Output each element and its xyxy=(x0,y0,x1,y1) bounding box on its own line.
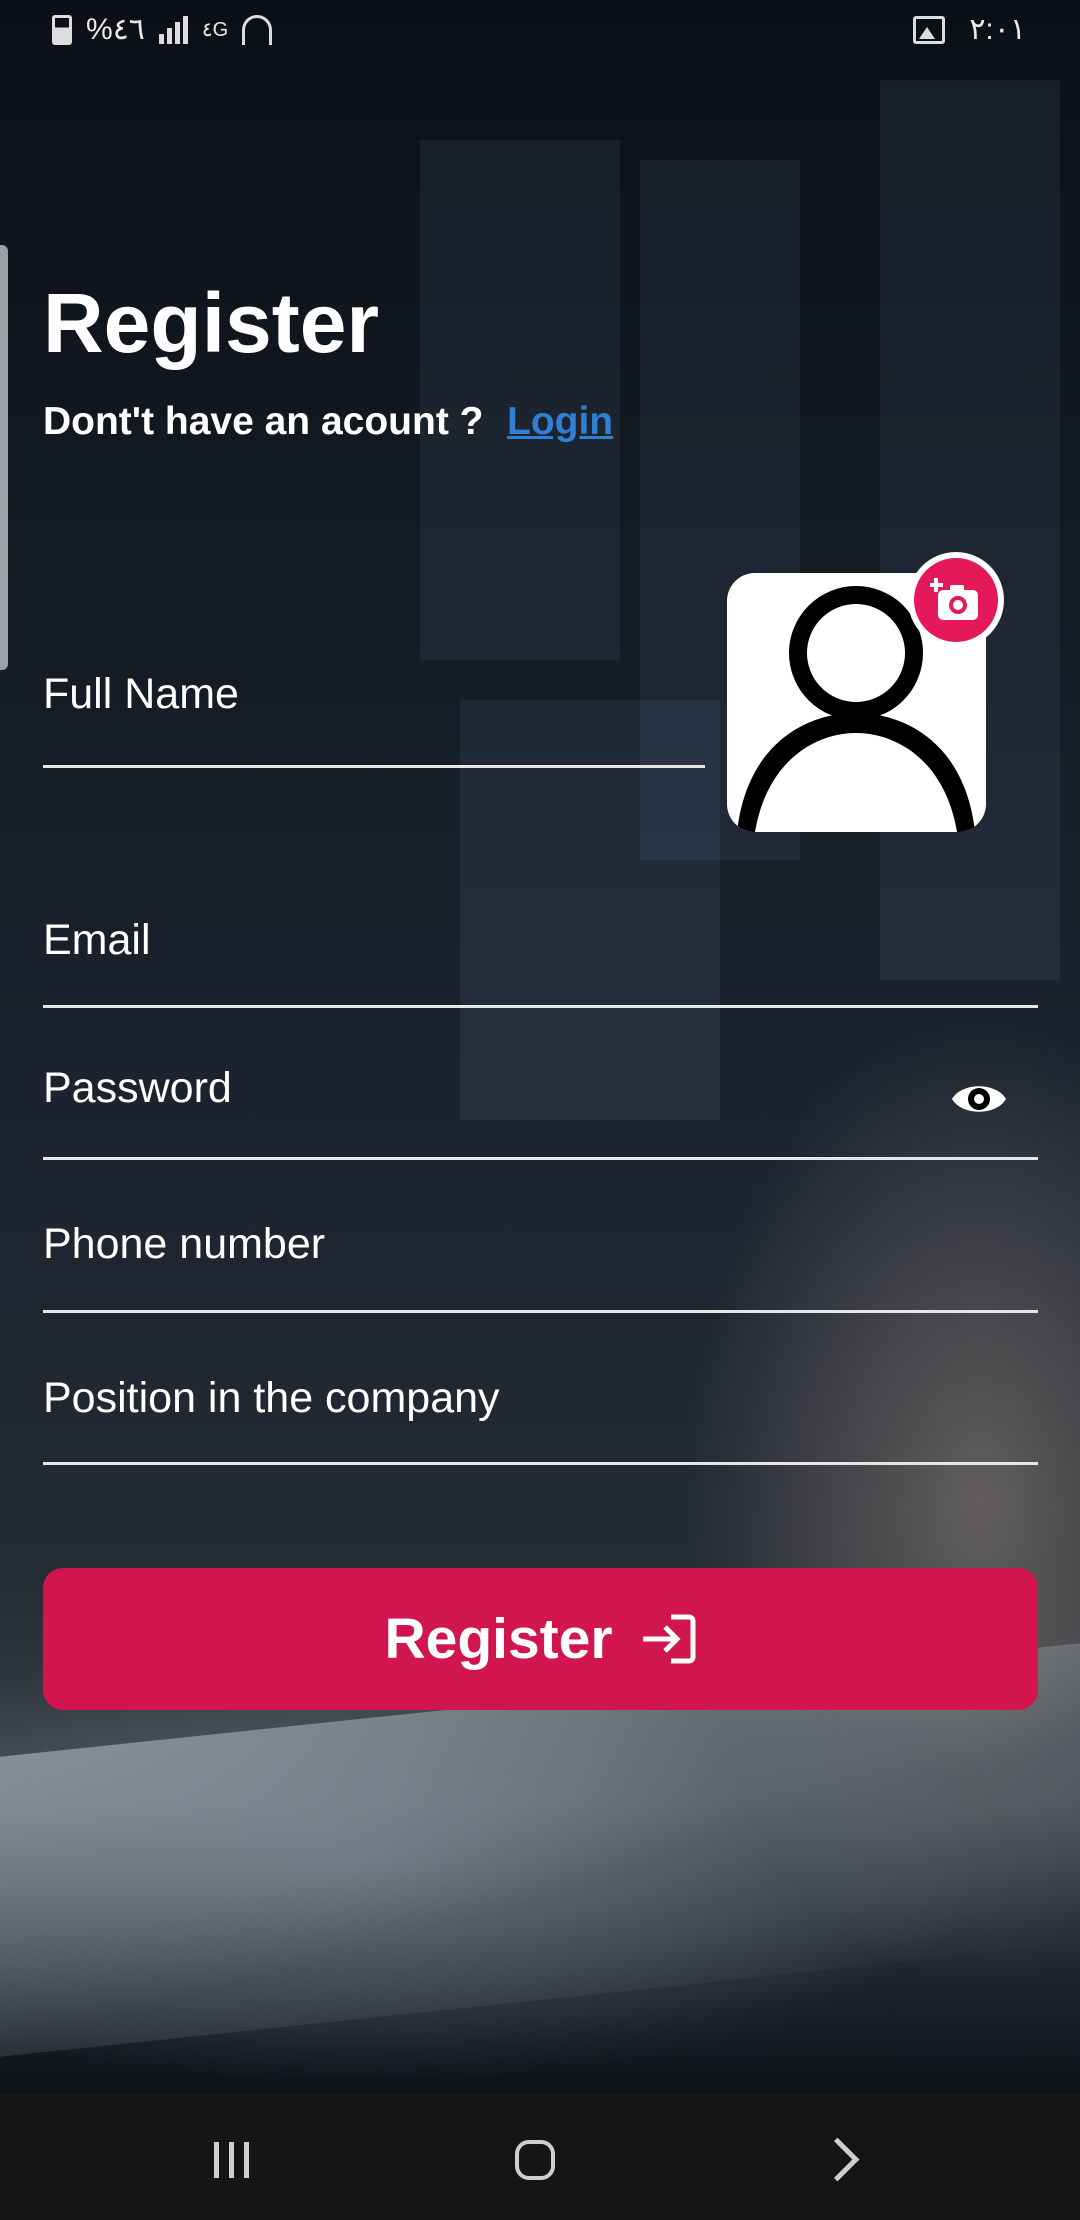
clock: ٢:٠١ xyxy=(969,13,1026,46)
home-button[interactable] xyxy=(515,2140,555,2180)
login-link[interactable]: Login xyxy=(507,400,613,444)
status-bar: %٤٦ ٤G ٢:٠١ xyxy=(0,0,1080,60)
position-field[interactable]: Position in the company xyxy=(43,1350,1038,1465)
recents-button[interactable] xyxy=(214,2142,249,2178)
position-placeholder: Position in the company xyxy=(43,1374,500,1422)
register-button-label: Register xyxy=(384,1607,613,1671)
eye-icon[interactable] xyxy=(950,1070,1008,1128)
edge-handle[interactable] xyxy=(0,245,8,670)
add-photo-button[interactable] xyxy=(908,552,1004,648)
login-arrow-icon xyxy=(642,1614,696,1664)
password-field[interactable]: Password xyxy=(43,1040,1038,1160)
add-photo-camera-icon xyxy=(930,578,978,620)
page-title: Register xyxy=(43,276,380,370)
phone-field[interactable]: Phone number xyxy=(43,1200,1038,1313)
wifi-icon xyxy=(242,14,273,45)
back-button[interactable] xyxy=(815,2137,860,2182)
full-name-placeholder: Full Name xyxy=(43,670,239,718)
system-nav-bar xyxy=(0,2094,1080,2220)
register-button[interactable]: Register xyxy=(43,1568,1038,1710)
battery-percent: %٤٦ xyxy=(86,13,145,46)
email-placeholder: Email xyxy=(43,916,151,964)
signal-icon xyxy=(158,15,188,44)
image-notification-icon xyxy=(913,15,946,44)
battery-icon xyxy=(52,14,72,45)
password-placeholder: Password xyxy=(43,1064,232,1112)
network-type: ٤G xyxy=(201,19,229,41)
full-name-field[interactable]: Full Name xyxy=(43,640,705,768)
email-field[interactable]: Email xyxy=(43,880,1038,1008)
account-prompt: Dont't have an acount ? xyxy=(43,400,484,443)
phone-placeholder: Phone number xyxy=(43,1220,326,1268)
